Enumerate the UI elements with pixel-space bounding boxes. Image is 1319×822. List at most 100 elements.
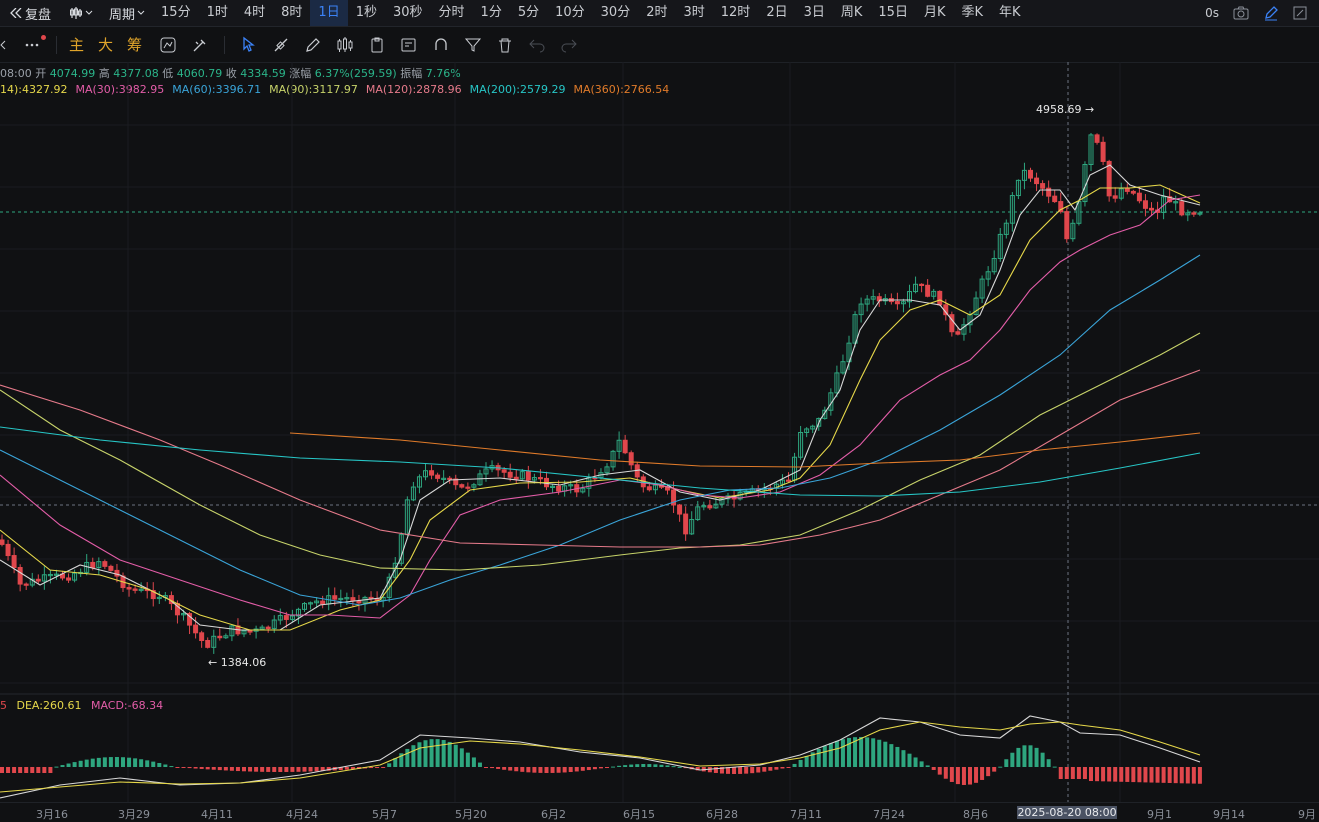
interval-tab[interactable]: 3时 <box>675 0 712 26</box>
macd-bar <box>955 767 960 785</box>
macd-bar <box>562 767 567 773</box>
macd-bar <box>840 739 845 767</box>
collapse-left-icon[interactable] <box>0 33 6 57</box>
candle-body <box>5 543 11 557</box>
macd-bar <box>60 765 65 767</box>
candle-body <box>1028 169 1033 179</box>
x-axis-label: 7月11 <box>790 808 822 821</box>
indicator-chips[interactable]: 筹 <box>127 34 142 55</box>
x-axis-label: 7月24 <box>873 808 905 821</box>
macd-bar <box>387 763 392 767</box>
note-icon[interactable] <box>397 33 421 57</box>
period-dropdown[interactable]: 周期 <box>101 4 153 23</box>
macd-bar <box>556 767 561 773</box>
interval-tab[interactable]: 1秒 <box>348 0 385 26</box>
macd-bar <box>768 767 773 771</box>
candle-body <box>108 565 114 571</box>
edit-icon[interactable] <box>1263 5 1279 21</box>
compare-icon[interactable] <box>156 33 180 57</box>
macd-bar <box>1125 767 1130 782</box>
candle-body <box>525 471 531 481</box>
macd-bar <box>865 737 870 767</box>
interval-tab[interactable]: 15分 <box>153 0 199 26</box>
indicator-main[interactable]: 主 <box>69 34 84 55</box>
candle-body <box>17 567 23 585</box>
more-icon[interactable] <box>20 33 46 57</box>
candle-body <box>683 513 689 535</box>
candle-body <box>283 615 289 620</box>
interval-tab[interactable]: 月K <box>916 0 954 26</box>
macd-bar <box>550 767 555 773</box>
macd-bar <box>284 767 289 772</box>
high-marker-value: 4958.69 <box>1036 103 1082 116</box>
candle-body <box>1136 192 1142 202</box>
clipboard-icon[interactable] <box>365 33 389 57</box>
interval-tab[interactable]: 1分 <box>473 0 510 26</box>
macd-bar <box>54 766 59 768</box>
interval-tab[interactable]: 2时 <box>638 0 675 26</box>
interval-tab[interactable]: 30分 <box>593 0 639 26</box>
candle-body <box>894 301 900 305</box>
macd-bar <box>102 757 107 767</box>
interval-tab[interactable]: 12时 <box>713 0 759 26</box>
settings-panel-icon[interactable] <box>1293 6 1307 20</box>
candle-body <box>11 555 17 569</box>
candle-body <box>332 595 338 600</box>
macd-bar <box>605 767 609 768</box>
macd-bar <box>629 764 634 767</box>
interval-tab[interactable]: 2日 <box>758 0 795 26</box>
macd-bar <box>163 764 168 767</box>
macd-bar <box>961 767 966 785</box>
interval-tab[interactable]: 10分 <box>547 0 593 26</box>
macd-bar <box>611 766 616 768</box>
candle-body <box>23 583 29 586</box>
drawing-toolbar: 主 大 筹 <box>0 27 1319 63</box>
trash-icon[interactable] <box>493 33 517 57</box>
candle-body <box>646 486 652 491</box>
macd-bar <box>580 767 585 771</box>
redo-icon[interactable] <box>557 33 581 57</box>
indicator-big[interactable]: 大 <box>98 34 113 55</box>
magnet-icon[interactable] <box>429 33 453 57</box>
interval-tab[interactable]: 分时 <box>431 0 473 26</box>
chart-type-dropdown[interactable] <box>61 7 101 19</box>
macd-bar <box>949 767 954 782</box>
macd-dea: DEA:260.61 <box>16 699 82 712</box>
interval-tab[interactable]: 8时 <box>273 0 310 26</box>
macd-bar <box>133 758 138 767</box>
interval-tab[interactable]: 15日 <box>870 0 916 26</box>
ohlc-icon[interactable] <box>333 33 357 57</box>
macd-bar <box>586 767 591 771</box>
pen-icon[interactable] <box>301 33 325 57</box>
macd-bar <box>465 752 470 767</box>
interval-tab[interactable]: 1时 <box>199 0 236 26</box>
replay-button[interactable]: 复盘 <box>0 4 61 23</box>
candle-body <box>1149 207 1154 211</box>
kline-chart[interactable] <box>0 62 1319 806</box>
line-tool-icon[interactable] <box>269 33 293 57</box>
undo-icon[interactable] <box>525 33 549 57</box>
interval-tab[interactable]: 4时 <box>236 0 273 26</box>
interval-tab[interactable]: 年K <box>991 0 1029 26</box>
camera-icon[interactable] <box>1233 6 1249 20</box>
interval-tab[interactable]: 3日 <box>796 0 833 26</box>
interval-tab[interactable]: 5分 <box>510 0 547 26</box>
interval-tab[interactable]: 1日 <box>310 0 348 26</box>
macd-bar <box>1185 767 1190 784</box>
macd-bar <box>514 767 519 772</box>
interval-tab[interactable]: 周K <box>833 0 871 26</box>
macd-bar <box>756 767 761 773</box>
tools-icon[interactable] <box>188 33 212 57</box>
interval-tabs: 15分 1时 4时 8时 1日 1秒 30秒 分时 1分 5分 10分 30分 2时 3时 12时 2日 3日周… <box>153 0 1029 26</box>
high-marker: 4958.69 → <box>1036 103 1095 116</box>
cursor-icon[interactable] <box>237 33 261 57</box>
macd-bar <box>175 767 180 768</box>
macd-bar <box>42 767 47 773</box>
macd-bar <box>792 763 797 767</box>
interval-tab[interactable]: 30秒 <box>385 0 431 26</box>
filter-icon[interactable] <box>461 33 485 57</box>
candle-body <box>114 569 120 577</box>
interval-tab[interactable]: 季K <box>953 0 991 26</box>
macd-bar <box>108 757 113 767</box>
low-marker: ← 1384.06 <box>208 656 267 669</box>
